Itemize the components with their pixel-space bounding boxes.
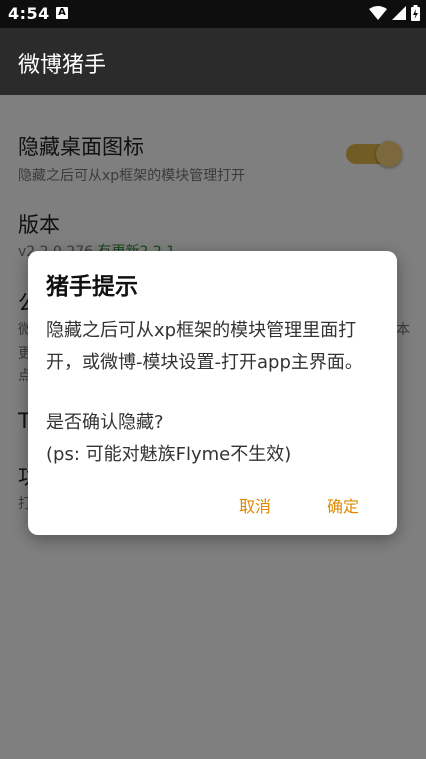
dialog-message: 隐藏之后可从xp框架的模块管理里面打 开，或微博-模块设置-打开app主界面。 …	[46, 315, 386, 471]
dialog-note: (ps: 可能对魅族Flyme不生效)	[46, 444, 292, 465]
battery-charging-icon	[411, 5, 420, 21]
status-icons	[369, 5, 420, 21]
confirm-hide-dialog: 猪手提示 隐藏之后可从xp框架的模块管理里面打 开，或微博-模块设置-打开app…	[28, 251, 397, 535]
app-title: 微博猪手	[18, 53, 107, 78]
dialog-question: 是否确认隐藏?	[46, 412, 164, 433]
app-bar: 微博猪手	[0, 28, 426, 95]
confirm-button[interactable]: 确定	[327, 493, 359, 517]
dialog-message-line1: 隐藏之后可从xp框架的模块管理里面打	[46, 320, 357, 341]
dialog-title: 猪手提示	[46, 274, 138, 300]
cancel-button[interactable]: 取消	[239, 493, 271, 517]
status-time: 4:54	[8, 4, 50, 23]
cellular-signal-icon	[392, 6, 406, 20]
dialog-message-line2: 开，或微博-模块设置-打开app主界面。	[46, 352, 363, 373]
status-bar: 4:54 A	[0, 0, 426, 28]
wifi-icon	[369, 6, 387, 20]
notification-icon: A	[56, 7, 68, 19]
